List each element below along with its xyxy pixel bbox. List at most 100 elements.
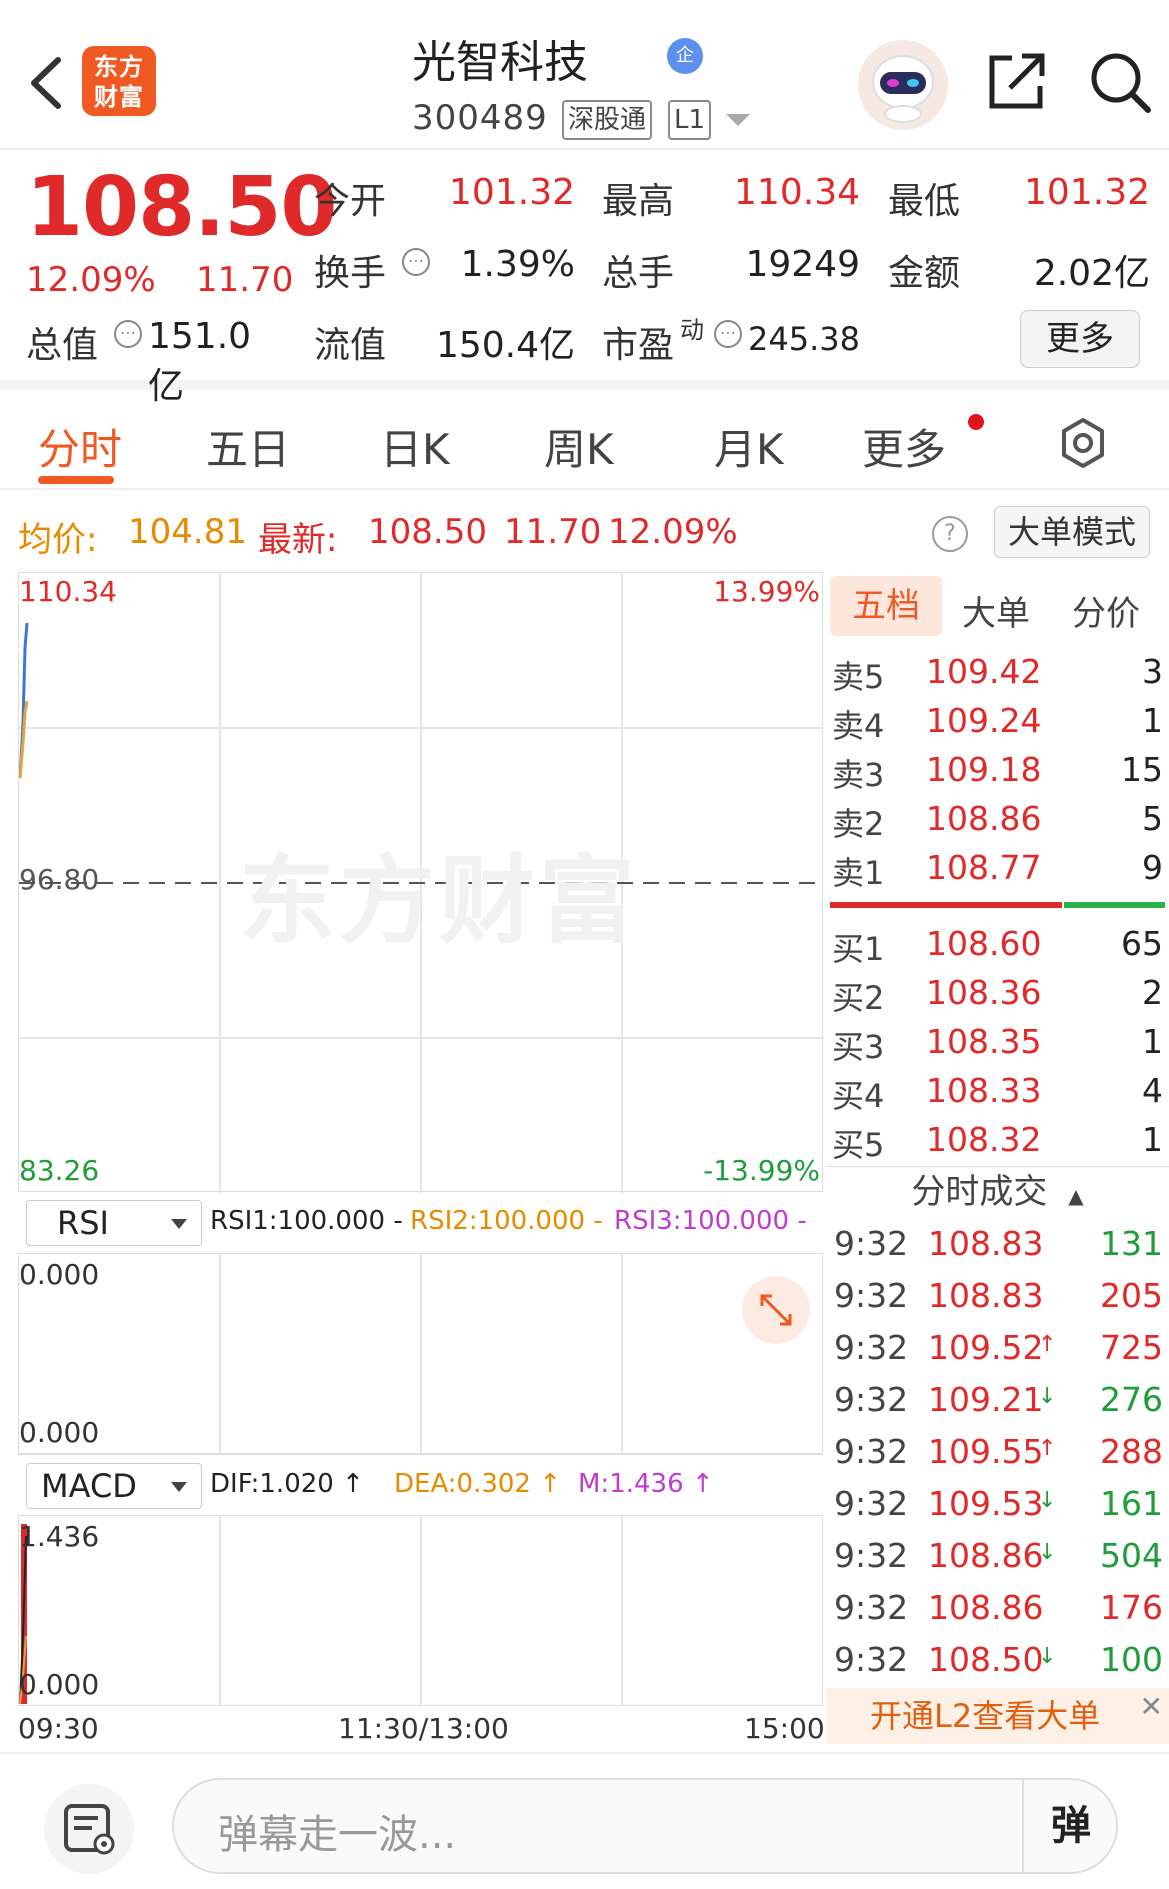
tab-five-levels[interactable]: 五档 <box>830 576 942 636</box>
rsi-indicator-select[interactable]: RSI <box>26 1200 202 1246</box>
macd-indicator-select[interactable]: MACD <box>26 1463 202 1509</box>
trade-row: 9:32 108.50 ↓ 100 <box>826 1634 1169 1686</box>
intraday-price-chart[interactable]: 东方财富 110.34 13.99% 96.80 83.26 -13.99% <box>18 572 824 1193</box>
app-logo[interactable]: 东方 财富 <box>82 46 156 116</box>
trade-price: 108.50 <box>928 1640 1044 1679</box>
bid-price: 108.33 <box>926 1071 1042 1110</box>
tab-weekly-k[interactable]: 周K <box>544 416 614 477</box>
l2-banner-text: 开通L2查看大单 <box>870 1697 1101 1735</box>
total-cap-info-icon[interactable]: ⋯ <box>114 320 142 348</box>
pe-info-icon[interactable]: ⋯ <box>714 320 742 348</box>
chart-settings-button[interactable] <box>1056 416 1110 470</box>
back-button[interactable] <box>22 48 72 118</box>
turnover-value: 1.39% <box>460 244 575 285</box>
ask-row: 卖4 109.24 1 <box>826 695 1169 745</box>
rsi-chart[interactable]: 0.000 0.000 <box>18 1254 823 1454</box>
float-cap-value: 150.4亿 <box>435 325 575 366</box>
share-button[interactable] <box>984 50 1048 114</box>
trade-row: 9:32 109.53 ↓ 161 <box>826 1478 1169 1530</box>
trade-price: 109.52 <box>928 1328 1044 1367</box>
tab-price-distribution[interactable]: 分价 <box>1072 586 1140 635</box>
bottom-comment-bar: 弹幕走一波... 弹 <box>0 1752 1169 1889</box>
search-button[interactable] <box>1086 48 1154 116</box>
trade-volume: 100 <box>1100 1640 1163 1679</box>
rsi-chart-grid <box>219 1254 623 1454</box>
bid-row: 买1 108.60 65 <box>826 918 1169 968</box>
bid-price: 108.60 <box>926 924 1042 963</box>
ask-row: 卖5 109.42 3 <box>826 646 1169 696</box>
logo-text-line2: 财富 <box>94 83 144 111</box>
trade-time: 9:32 <box>834 1588 909 1627</box>
tab-intraday[interactable]: 分时 <box>38 416 122 477</box>
high-label: 最高 <box>602 181 675 222</box>
chevron-down-icon <box>171 1482 187 1492</box>
danmaku-toggle-button[interactable]: 弹 <box>1022 1780 1118 1872</box>
caret-up-icon: ▲ <box>1068 1184 1084 1208</box>
help-icon[interactable]: ? <box>932 516 968 552</box>
tab-more[interactable]: 更多 <box>862 416 946 477</box>
macd-chart[interactable]: 1.436 0.000 <box>18 1516 823 1706</box>
danmaku-input[interactable]: 弹幕走一波... 弹 <box>172 1778 1118 1874</box>
y-axis-mid-label: 96.80 <box>19 863 100 896</box>
trade-price: 108.83 <box>928 1276 1044 1315</box>
pct-axis-top-label: 13.99% <box>713 575 820 608</box>
trade-row: 9:32 109.52 ↑ 725 <box>826 1322 1169 1374</box>
ai-assistant-avatar[interactable] <box>858 40 948 130</box>
ask-volume: 9 <box>1142 848 1163 887</box>
chevron-down-icon <box>171 1219 187 1229</box>
pe-type-superscript: 动 <box>680 316 704 344</box>
danmaku-input-placeholder: 弹幕走一波... <box>218 1812 457 1858</box>
rsi-indicator-name: RSI <box>57 1204 109 1242</box>
bid-volume: 1 <box>1142 1120 1163 1159</box>
close-icon[interactable]: ✕ <box>1140 1692 1163 1722</box>
more-quote-button[interactable]: 更多 <box>1020 310 1140 368</box>
trade-volume: 176 <box>1100 1588 1163 1627</box>
avg-price-label: 均价: <box>18 520 98 560</box>
ask-price: 108.77 <box>926 848 1042 887</box>
trade-volume: 288 <box>1100 1432 1163 1471</box>
rsi2-value: RSI2:100.000 - <box>410 1206 603 1236</box>
ask-row: 卖1 108.77 9 <box>826 842 1169 892</box>
trade-volume: 276 <box>1100 1380 1163 1419</box>
trade-price: 108.86 <box>928 1536 1044 1575</box>
ask-level-label: 卖2 <box>832 805 885 843</box>
bid-row: 买4 108.33 4 <box>826 1065 1169 1115</box>
avg-price-value: 104.81 <box>128 512 247 552</box>
stock-switch-caret-icon[interactable] <box>726 114 750 126</box>
message-list-button[interactable] <box>44 1784 134 1874</box>
ask-level-label: 卖4 <box>832 707 885 745</box>
low-label: 最低 <box>888 181 961 222</box>
tab-big-orders[interactable]: 大单 <box>962 586 1030 635</box>
trade-price: 108.86 <box>928 1588 1044 1627</box>
trade-time: 9:32 <box>834 1276 909 1315</box>
ask-row: 卖2 108.86 5 <box>826 793 1169 843</box>
volume-value: 19249 <box>745 244 860 285</box>
macd-y-bottom-label: 0.000 <box>19 1668 100 1701</box>
trade-time: 9:32 <box>834 1432 909 1471</box>
trade-time: 9:32 <box>834 1484 909 1523</box>
turnover-info-icon[interactable]: ⋯ <box>402 248 430 276</box>
open-label: 今开 <box>314 181 387 222</box>
turnover-label: 换手 <box>314 253 387 294</box>
tab-daily-k[interactable]: 日K <box>380 416 450 477</box>
latest-change-value: 11.70 <box>504 512 602 552</box>
tab-monthly-k[interactable]: 月K <box>714 416 784 477</box>
trade-time: 9:32 <box>834 1536 909 1575</box>
macd-indicator-name: MACD <box>41 1467 137 1505</box>
pe-value: 245.38 <box>748 320 860 358</box>
trades-title: 分时成交 <box>911 1172 1048 1212</box>
sell-ratio-segment <box>830 902 1062 908</box>
l2-upgrade-banner[interactable]: 开通L2查看大单 ✕ <box>826 1688 1169 1744</box>
bid-row: 买5 108.32 1 <box>826 1114 1169 1164</box>
expand-chart-button[interactable] <box>742 1276 810 1344</box>
tab-five-day[interactable]: 五日 <box>206 416 290 477</box>
macd-y-top-label: 1.436 <box>19 1520 100 1553</box>
big-order-mode-button[interactable]: 大单模式 <box>994 506 1150 558</box>
bid-price: 108.36 <box>926 973 1042 1012</box>
trade-direction-arrow: ↓ <box>1038 1644 1057 1669</box>
trade-volume: 205 <box>1100 1276 1163 1315</box>
logo-text-line1: 东方 <box>94 53 144 81</box>
level-tag: L1 <box>668 100 712 140</box>
trades-header[interactable]: 分时成交 ▲ <box>826 1166 1169 1214</box>
bid-volume: 1 <box>1142 1022 1163 1061</box>
